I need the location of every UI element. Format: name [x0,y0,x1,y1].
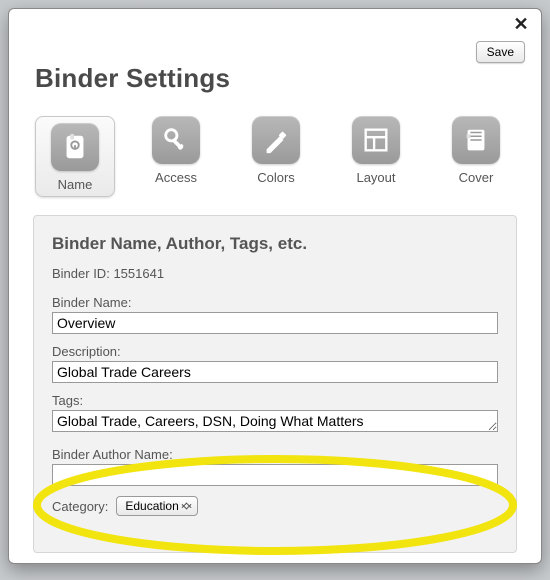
description-label: Description: [52,344,498,359]
category-label: Category: [52,499,108,514]
tab-colors[interactable]: Colors [237,116,315,197]
binder-id-label: Binder ID: [52,266,110,281]
binder-settings-dialog: ✕ Save Binder Settings Name Access Color… [8,8,542,564]
binder-name-field: Binder Name: [52,295,498,334]
tab-label: Colors [257,170,295,185]
category-row: Category: Education [52,496,498,516]
close-icon[interactable]: ✕ [511,15,531,35]
panel-heading: Binder Name, Author, Tags, etc. [52,234,498,254]
binder-name-label: Binder Name: [52,295,498,310]
layout-icon [352,116,400,164]
tab-layout[interactable]: Layout [337,116,415,197]
settings-tab-strip: Name Access Colors Layout Cover [29,108,521,211]
binder-id-row: Binder ID: 1551641 [52,266,498,281]
description-input[interactable] [52,361,498,383]
name-panel: Binder Name, Author, Tags, etc. Binder I… [33,215,517,553]
tags-field: Tags: [52,393,498,437]
tags-input[interactable] [52,410,498,432]
cover-icon [452,116,500,164]
access-icon [152,116,200,164]
tab-label: Layout [356,170,395,185]
tab-access[interactable]: Access [137,116,215,197]
description-field: Description: [52,344,498,383]
author-input[interactable] [52,464,498,486]
tab-cover[interactable]: Cover [437,116,515,197]
author-field: Binder Author Name: [52,447,498,486]
author-label: Binder Author Name: [52,447,498,462]
colors-icon [252,116,300,164]
tab-label: Name [58,177,93,192]
binder-id-value: 1551641 [113,266,164,281]
tags-label: Tags: [52,393,498,408]
name-icon [51,123,99,171]
tab-label: Cover [459,170,494,185]
save-button[interactable]: Save [476,41,525,63]
dialog-title: Binder Settings [35,63,521,94]
binder-name-input[interactable] [52,312,498,334]
category-select[interactable]: Education [116,496,198,516]
tab-label: Access [155,170,197,185]
tab-name[interactable]: Name [35,116,115,197]
